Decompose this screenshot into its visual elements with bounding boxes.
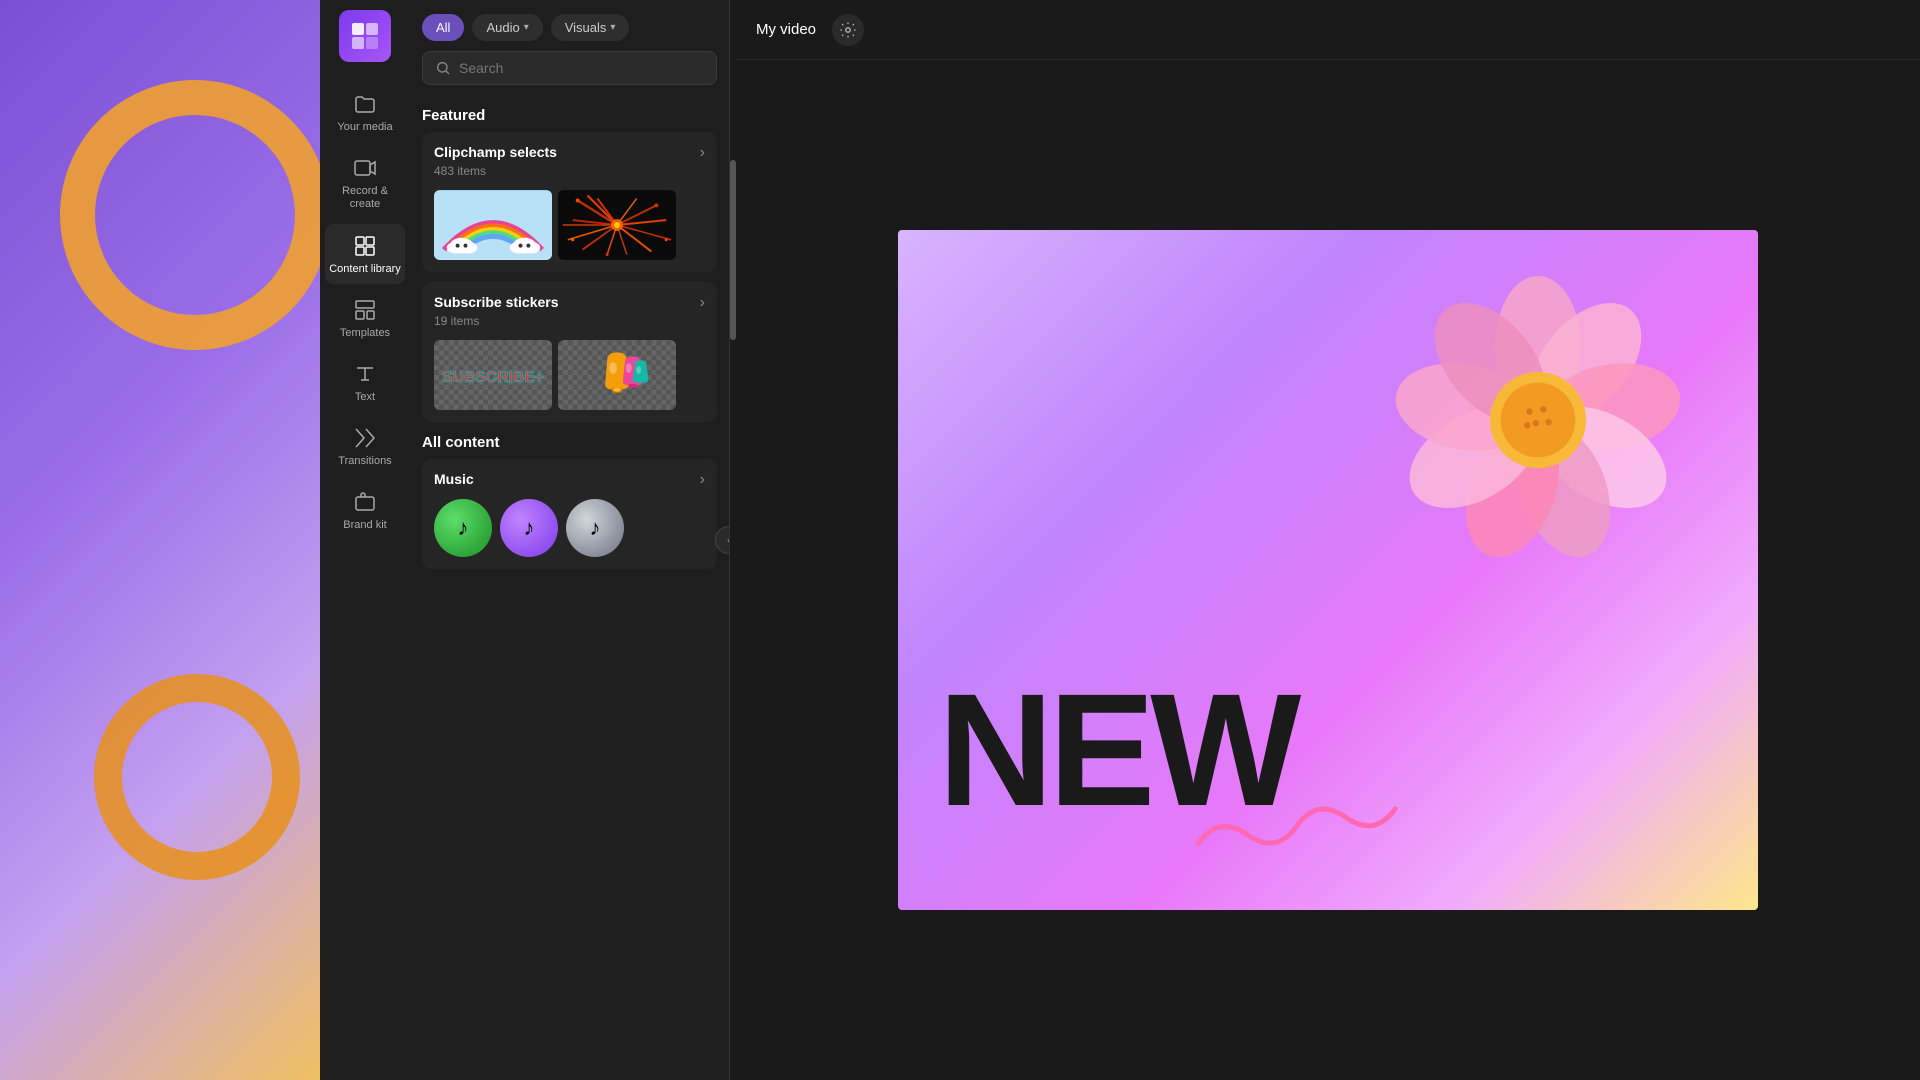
folder-icon bbox=[353, 92, 377, 116]
sidebar-item-label-templates: Templates bbox=[340, 327, 390, 340]
content-scroll: Featured Clipchamp selects 483 items › bbox=[410, 95, 729, 1080]
search-input[interactable] bbox=[459, 60, 704, 76]
collection-count: 483 items bbox=[434, 164, 486, 178]
transitions-icon bbox=[353, 426, 377, 450]
sidebar-item-label-transitions: Transitions bbox=[338, 455, 391, 468]
music-card[interactable]: Music › ♪ ♪ ♪ bbox=[422, 459, 717, 569]
app-logo[interactable] bbox=[339, 10, 391, 62]
sidebar-item-label-your-media: Your media bbox=[337, 121, 392, 134]
right-header: My video bbox=[736, 0, 1920, 60]
subscribe-collection-title: Subscribe stickers bbox=[434, 294, 559, 310]
sidebar-item-label-text: Text bbox=[355, 391, 375, 404]
subscribe-collection-header: Subscribe stickers 19 items › bbox=[434, 294, 705, 330]
sidebar-item-label-content-library: Content library bbox=[329, 263, 401, 276]
video-title: My video bbox=[756, 21, 816, 38]
bells-thumb bbox=[558, 340, 676, 410]
music-arrow-icon: › bbox=[700, 471, 705, 489]
svg-text:SUBSCRIBE+: SUBSCRIBE+ bbox=[442, 369, 544, 386]
subscribe-arrow-icon: › bbox=[700, 294, 705, 312]
templates-icon bbox=[353, 298, 377, 322]
filter-audio-button[interactable]: Audio ▾ bbox=[472, 14, 542, 41]
music-note-icon: ♪ bbox=[458, 515, 469, 541]
all-content-section-title: All content bbox=[422, 434, 717, 451]
sidebar-item-label-brand-kit: Brand kit bbox=[343, 519, 386, 532]
sidebar: Your media Record &create Content librar… bbox=[320, 0, 410, 1080]
search-box bbox=[422, 51, 717, 85]
sidebar-item-label-record-create: Record &create bbox=[342, 185, 388, 211]
clipchamp-selects-card[interactable]: Clipchamp selects 483 items › bbox=[422, 132, 717, 272]
subscribe-collection-count: 19 items bbox=[434, 314, 479, 328]
sidebar-item-content-library[interactable]: Content library bbox=[325, 224, 405, 284]
music-header: Music › bbox=[434, 471, 705, 489]
content-panel: All Audio ▾ Visuals ▾ Featured Clipchamp bbox=[410, 0, 730, 1080]
music-circle-green: ♪ bbox=[434, 499, 492, 557]
subscribe-stickers-card[interactable]: Subscribe stickers 19 items › bbox=[422, 282, 717, 422]
filter-bar: All Audio ▾ Visuals ▾ bbox=[410, 0, 729, 51]
visuals-chevron-icon: ▾ bbox=[610, 22, 615, 33]
sidebar-item-text[interactable]: Text bbox=[325, 352, 405, 412]
music-circles: ♪ ♪ ♪ bbox=[434, 499, 705, 557]
spark-svg bbox=[558, 190, 676, 260]
collection-title: Clipchamp selects bbox=[434, 144, 557, 160]
search-container bbox=[410, 51, 729, 95]
music-note-2-icon: ♪ bbox=[524, 515, 535, 541]
filter-all-button[interactable]: All bbox=[422, 14, 464, 41]
preview-area: NEW bbox=[736, 60, 1920, 1080]
collection-thumb-spark bbox=[558, 190, 676, 260]
subscribe-thumbs: SUBSCRIBE+ SUBSCRIBE+ bbox=[434, 340, 705, 410]
music-info: Music bbox=[434, 471, 474, 489]
search-icon bbox=[435, 60, 451, 76]
sidebar-item-templates[interactable]: Templates bbox=[325, 288, 405, 348]
featured-section-title: Featured bbox=[422, 107, 717, 124]
music-note-3-icon: ♪ bbox=[590, 515, 601, 541]
record-icon bbox=[353, 156, 377, 180]
collection-thumbs bbox=[434, 190, 705, 260]
sidebar-item-transitions[interactable]: Transitions bbox=[325, 416, 405, 476]
settings-icon-button[interactable] bbox=[832, 14, 864, 46]
right-panel: My video bbox=[736, 0, 1920, 1080]
collection-arrow-icon: › bbox=[700, 144, 705, 162]
audio-chevron-icon: ▾ bbox=[524, 22, 529, 33]
filter-visuals-button[interactable]: Visuals ▾ bbox=[551, 14, 630, 41]
sidebar-item-record-create[interactable]: Record &create bbox=[325, 146, 405, 219]
collection-header: Clipchamp selects 483 items › bbox=[434, 144, 705, 180]
flower-decoration bbox=[1378, 260, 1698, 622]
background-decoration bbox=[0, 0, 320, 1080]
rainbow-svg bbox=[434, 190, 552, 260]
preview-canvas: NEW bbox=[898, 230, 1758, 910]
brand-kit-icon bbox=[353, 490, 377, 514]
subscribe-svg: SUBSCRIBE+ SUBSCRIBE+ bbox=[434, 340, 552, 410]
bells-svg bbox=[558, 340, 676, 410]
music-circle-gray: ♪ bbox=[566, 499, 624, 557]
music-circle-purple: ♪ bbox=[500, 499, 558, 557]
music-title: Music bbox=[434, 471, 474, 487]
collection-thumb-rainbow bbox=[434, 190, 552, 260]
text-icon bbox=[353, 362, 377, 386]
content-library-icon bbox=[353, 234, 377, 258]
sidebar-item-brand-kit[interactable]: Brand kit bbox=[325, 480, 405, 540]
sidebar-item-your-media[interactable]: Your media bbox=[325, 82, 405, 142]
subscribe-collection-info: Subscribe stickers 19 items bbox=[434, 294, 559, 330]
subscribe-thumb: SUBSCRIBE+ SUBSCRIBE+ bbox=[434, 340, 552, 410]
collection-info: Clipchamp selects 483 items bbox=[434, 144, 557, 180]
